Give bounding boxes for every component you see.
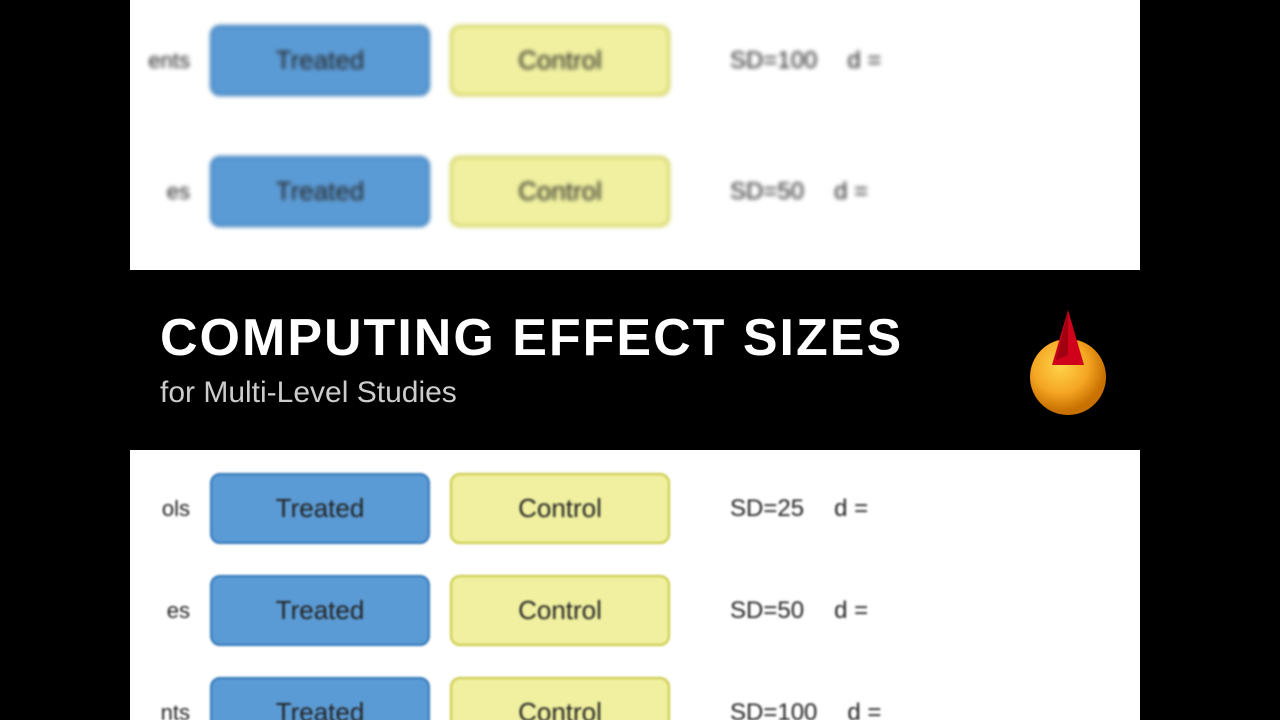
bottom-section: ols Treated Control SD=25 d = es Treated… — [0, 450, 1280, 720]
bottom-row-2: es Treated Control SD=50 d = — [130, 567, 1280, 654]
top-row-2-d: d = — [834, 178, 868, 206]
top-row-1-treated: Treated — [210, 25, 430, 96]
top-row-2-label: es — [130, 179, 190, 205]
top-row-2-treated: Treated — [210, 156, 430, 227]
top-row-1-control: Control — [450, 25, 670, 96]
top-row-2-sd: SD=50 — [730, 178, 804, 206]
bottom-right-bar — [1140, 450, 1280, 720]
bottom-row-2-treated: Treated — [210, 575, 430, 646]
bottom-row-1-label: ols — [130, 496, 190, 522]
bottom-row-3-control: Control — [450, 677, 670, 720]
top-row-1: ents Treated Control SD=100 d = — [130, 15, 1280, 106]
top-right-bar — [1140, 0, 1280, 270]
bottom-row-2-control: Control — [450, 575, 670, 646]
bottom-row-1-treated: Treated — [210, 473, 430, 544]
bottom-row-3-d: d = — [847, 699, 881, 720]
bottom-row-1-control: Control — [450, 473, 670, 544]
top-row-1-label: ents — [130, 48, 190, 74]
bottom-content: ols Treated Control SD=25 d = es Treated… — [130, 450, 1280, 720]
top-row-2-control: Control — [450, 156, 670, 227]
bottom-row-3-label: nts — [130, 700, 190, 720]
screen: ents Treated Control SD=100 d = es Treat… — [0, 0, 1280, 720]
top-left-bar — [0, 0, 130, 270]
bottom-row-1-sd: SD=25 — [730, 495, 804, 523]
bottom-row-1: ols Treated Control SD=25 d = — [130, 465, 1280, 552]
top-row-1-d: d = — [847, 47, 881, 75]
top-section: ents Treated Control SD=100 d = es Treat… — [0, 0, 1280, 270]
bottom-row-3-treated: Treated — [210, 677, 430, 720]
middle-banner: COMPUTING EFFECT SIZES for Multi-Level S… — [0, 270, 1280, 450]
bottom-row-3-sd: SD=100 — [730, 699, 817, 720]
pin-icon — [1010, 305, 1120, 415]
bottom-row-1-d: d = — [834, 495, 868, 523]
bottom-row-2-label: es — [130, 598, 190, 624]
top-row-2: es Treated Control SD=50 d = — [130, 146, 1280, 237]
bottom-row-3: nts Treated Control SD=100 d = — [130, 669, 1280, 720]
top-content: ents Treated Control SD=100 d = es Treat… — [130, 0, 1280, 270]
top-row-1-sd: SD=100 — [730, 47, 817, 75]
bottom-left-bar — [0, 450, 130, 720]
bottom-row-2-sd: SD=50 — [730, 597, 804, 625]
bottom-row-2-d: d = — [834, 597, 868, 625]
